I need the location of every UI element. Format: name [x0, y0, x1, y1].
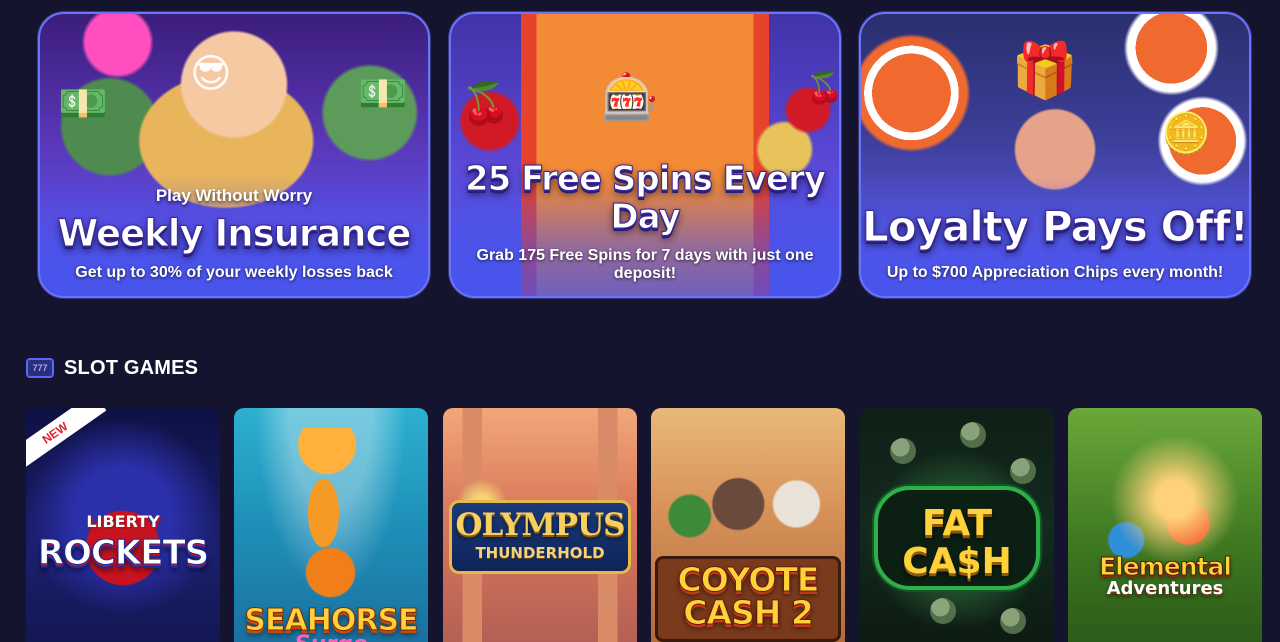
slot-reel-icon: 🎰: [601, 71, 659, 123]
promo-carousel: 😎 💵 💵 Play Without Worry Weekly Insuranc…: [38, 12, 1251, 298]
seahorse-icon: [292, 428, 362, 598]
cash-icon: 💵: [358, 72, 408, 116]
game-tile-olympus-thunderhold[interactable]: OLYMPUS THUNDERHOLD: [443, 408, 637, 642]
coin-icon: [1010, 458, 1036, 484]
promo-free-spins[interactable]: 🍒 🎰 🍒 25 Free Spins Every Day Grab 175 F…: [449, 12, 841, 298]
promo-headline: Weekly Insurance: [57, 212, 412, 256]
slot-games-list: NEW LIBERTY ROCKETS SEAHORSE Surge OLYMP…: [26, 408, 1280, 642]
promo-headline: Loyalty Pays Off!: [862, 202, 1249, 252]
promo-description: Up to $700 Appreciation Chips every mont…: [886, 264, 1224, 281]
game-tile-liberty-rockets[interactable]: NEW LIBERTY ROCKETS: [26, 408, 220, 642]
coin-icon: [960, 422, 986, 448]
coin-icon: [1000, 608, 1026, 634]
promo-description: Grab 175 Free Spins for 7 days with just…: [476, 247, 814, 282]
game-title: OLYMPUS: [455, 507, 626, 543]
game-subtitle: Adventures: [1106, 578, 1224, 599]
game-title: FAT: [921, 503, 993, 544]
slot-machine-icon: 777: [26, 358, 54, 378]
casino-chip-icon: 🪙: [1161, 112, 1211, 156]
game-title: Elemental: [1099, 552, 1233, 581]
game-title: ROCKETS: [37, 533, 209, 573]
cherry-icon: 🍒: [806, 72, 841, 105]
section-title: SLOT GAMES: [64, 356, 199, 379]
game-tile-fat-cash[interactable]: FAT CA$H: [860, 408, 1054, 642]
new-badge: NEW: [26, 408, 107, 474]
coin-icon: [890, 438, 916, 464]
gift-box-icon: 🎁: [1011, 41, 1079, 101]
game-title-top: LIBERTY: [86, 512, 160, 531]
slot-games-header: 777 SLOT GAMES: [26, 356, 198, 380]
game-subtitle: THUNDERHOLD: [475, 544, 605, 562]
coin-icon: [930, 598, 956, 624]
game-title: COYOTE: [677, 560, 820, 599]
game-subtitle: CASH 2: [683, 593, 815, 632]
promo-kicker: Play Without Worry: [155, 186, 313, 205]
game-subtitle: CA$H: [902, 541, 1012, 582]
promo-loyalty[interactable]: 🎁 🪙 Loyalty Pays Off! Up to $700 Appreci…: [859, 12, 1251, 298]
promo-weekly-insurance[interactable]: 😎 💵 💵 Play Without Worry Weekly Insuranc…: [38, 12, 430, 298]
cash-icon: 💵: [58, 82, 108, 126]
game-tile-seahorse-surge[interactable]: SEAHORSE Surge: [234, 408, 428, 642]
game-tile-elemental-adventures[interactable]: Elemental Adventures: [1068, 408, 1262, 642]
game-tile-coyote-cash-2[interactable]: COYOTE CASH 2: [651, 408, 845, 642]
promo-description: Get up to 30% of your weekly losses back: [75, 264, 393, 281]
game-subtitle: Surge: [240, 634, 422, 642]
cherry-icon: 🍒: [461, 82, 511, 126]
promo-headline: 25 Free Spins Every Day: [464, 159, 826, 237]
sunglasses-woman-icon: 😎: [190, 52, 232, 96]
